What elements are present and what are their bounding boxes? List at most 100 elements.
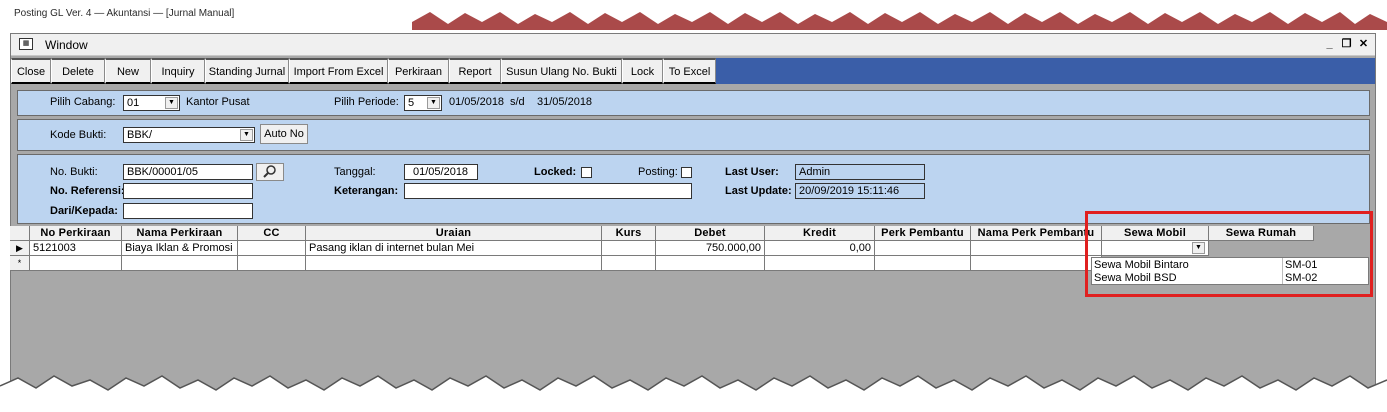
cell-kredit[interactable]: 0,00 bbox=[765, 241, 875, 256]
cell-nama-perk-pembantu[interactable] bbox=[971, 241, 1102, 256]
window-app-icon: ▦ bbox=[19, 38, 33, 50]
last-update-value: 20/09/2019 15:11:46 bbox=[795, 183, 925, 199]
kode-bukti-select[interactable]: BBK/ ▼ bbox=[123, 127, 255, 143]
col-sewa-mobil[interactable]: Sewa Mobil bbox=[1102, 226, 1209, 241]
current-row-icon[interactable]: ▶ bbox=[10, 241, 30, 256]
new-cell[interactable] bbox=[602, 256, 656, 271]
kode-bukti-label: Kode Bukti: bbox=[50, 129, 107, 141]
new-cell[interactable] bbox=[122, 256, 238, 271]
tanggal-label: Tanggal: bbox=[334, 166, 376, 178]
restore-icon[interactable]: ❐ bbox=[1339, 37, 1354, 51]
to-excel-button[interactable]: To Excel bbox=[663, 58, 716, 84]
chevron-down-icon[interactable]: ▼ bbox=[1192, 242, 1205, 254]
standing-jurnal-button[interactable]: Standing Jurnal bbox=[205, 58, 289, 84]
search-button[interactable] bbox=[256, 163, 284, 181]
new-cell[interactable] bbox=[971, 256, 1102, 271]
periode-label: Pilih Periode: bbox=[334, 96, 399, 108]
col-perk-pembantu[interactable]: Perk Pembantu bbox=[875, 226, 971, 241]
new-row[interactable]: * bbox=[10, 256, 1102, 271]
chevron-down-icon[interactable]: ▼ bbox=[165, 97, 178, 109]
periode-end: 31/05/2018 bbox=[537, 96, 593, 108]
last-user-value: Admin bbox=[795, 164, 925, 180]
cell-sewa-mobil-combo[interactable]: ▼ bbox=[1102, 241, 1209, 256]
dari-kepada-label: Dari/Kepada: bbox=[50, 205, 118, 217]
cell-sewa-rumah[interactable] bbox=[1209, 241, 1314, 256]
panel-cabang-periode: Pilih Cabang: 01 ▼ Kantor Pusat Pilih Pe… bbox=[17, 90, 1370, 116]
option-code: SM-01 bbox=[1285, 259, 1318, 271]
cabang-select[interactable]: 01 ▼ bbox=[123, 95, 180, 111]
cell-no-perkiraan[interactable]: 5121003 bbox=[30, 241, 122, 256]
tanggal-input[interactable]: 01/05/2018 bbox=[404, 164, 478, 180]
delete-button[interactable]: Delete bbox=[51, 58, 105, 84]
col-cc[interactable]: CC bbox=[238, 226, 306, 241]
cabang-name: Kantor Pusat bbox=[186, 96, 250, 108]
no-bukti-label: No. Bukti: bbox=[50, 166, 98, 178]
new-button[interactable]: New bbox=[105, 58, 151, 84]
row-selector-header bbox=[10, 226, 30, 241]
torn-edge-bottom bbox=[0, 375, 1387, 412]
journal-grid: No Perkiraan Nama Perkiraan CC Uraian Ku… bbox=[10, 226, 1333, 376]
no-referensi-input[interactable] bbox=[123, 183, 253, 199]
app-title-strip: Posting GL Ver. 4 — Akuntansi — [Jurnal … bbox=[14, 8, 235, 19]
new-cell[interactable] bbox=[875, 256, 971, 271]
no-referensi-label: No. Referensi: bbox=[50, 185, 125, 197]
cell-cc[interactable] bbox=[238, 241, 306, 256]
locked-checkbox[interactable] bbox=[581, 167, 592, 178]
susun-ulang-button[interactable]: Susun Ulang No. Bukti bbox=[501, 58, 622, 84]
lock-button[interactable]: Lock bbox=[622, 58, 663, 84]
window-title: Window bbox=[45, 38, 88, 52]
kode-bukti-value: BBK/ bbox=[127, 129, 153, 141]
col-sewa-rumah[interactable]: Sewa Rumah bbox=[1209, 226, 1314, 241]
panel-kode-bukti: Kode Bukti: BBK/ ▼ Auto No bbox=[17, 119, 1370, 151]
col-no-perkiraan[interactable]: No Perkiraan bbox=[30, 226, 122, 241]
new-cell[interactable] bbox=[30, 256, 122, 271]
table-row[interactable]: ▶ 5121003 Biaya Iklan & Promosi Pasang i… bbox=[10, 241, 1314, 256]
new-cell[interactable] bbox=[656, 256, 765, 271]
col-nama-perkiraan[interactable]: Nama Perkiraan bbox=[122, 226, 238, 241]
cell-debet[interactable]: 750.000,00 bbox=[656, 241, 765, 256]
cabang-label: Pilih Cabang: bbox=[50, 96, 116, 108]
import-from-excel-button[interactable]: Import From Excel bbox=[289, 58, 388, 84]
minimize-icon[interactable]: _ bbox=[1322, 37, 1337, 51]
option-name: Sewa Mobil Bintaro bbox=[1094, 259, 1189, 271]
col-uraian[interactable]: Uraian bbox=[306, 226, 602, 241]
cell-perk-pembantu[interactable] bbox=[875, 241, 971, 256]
close-icon[interactable]: ✕ bbox=[1356, 37, 1371, 51]
new-cell[interactable] bbox=[765, 256, 875, 271]
option-code: SM-02 bbox=[1285, 272, 1318, 284]
window-titlebar: ▦ Window _ ❐ ✕ bbox=[11, 34, 1375, 56]
cell-nama-perkiraan[interactable]: Biaya Iklan & Promosi bbox=[122, 241, 238, 256]
grid-header-row: No Perkiraan Nama Perkiraan CC Uraian Ku… bbox=[10, 226, 1314, 241]
chevron-down-icon[interactable]: ▼ bbox=[427, 97, 440, 109]
col-kredit[interactable]: Kredit bbox=[765, 226, 875, 241]
posting-checkbox[interactable] bbox=[681, 167, 692, 178]
auto-no-button[interactable]: Auto No bbox=[260, 124, 308, 144]
new-cell[interactable] bbox=[238, 256, 306, 271]
new-row-marker: * bbox=[10, 256, 30, 271]
posting-label: Posting: bbox=[638, 166, 678, 178]
keterangan-input[interactable] bbox=[404, 183, 692, 199]
close-button[interactable]: Close bbox=[11, 58, 51, 84]
col-nama-perk-pembantu[interactable]: Nama Perk Pembantu bbox=[971, 226, 1102, 241]
search-icon bbox=[263, 165, 276, 178]
periode-start: 01/05/2018 bbox=[449, 96, 505, 108]
perkiraan-button[interactable]: Perkiraan bbox=[388, 58, 449, 84]
cell-kurs[interactable] bbox=[602, 241, 656, 256]
periode-select[interactable]: 5 ▼ bbox=[404, 95, 442, 111]
new-cell[interactable] bbox=[306, 256, 602, 271]
panel-header: No. Bukti: BBK/00001/05 No. Referensi: D… bbox=[17, 154, 1370, 224]
locked-label: Locked: bbox=[534, 166, 577, 178]
no-bukti-input[interactable]: BBK/00001/05 bbox=[123, 164, 253, 180]
dropdown-option[interactable]: Sewa Mobil BSD SM-02 bbox=[1092, 272, 1368, 285]
col-debet[interactable]: Debet bbox=[656, 226, 765, 241]
keterangan-label: Keterangan: bbox=[334, 185, 399, 197]
report-button[interactable]: Report bbox=[449, 58, 501, 84]
dropdown-option[interactable]: Sewa Mobil Bintaro SM-01 bbox=[1092, 259, 1368, 272]
cell-uraian[interactable]: Pasang iklan di internet bulan Mei bbox=[306, 241, 602, 256]
inquiry-button[interactable]: Inquiry bbox=[151, 58, 205, 84]
last-user-label: Last User: bbox=[725, 166, 779, 178]
col-kurs[interactable]: Kurs bbox=[602, 226, 656, 241]
option-name: Sewa Mobil BSD bbox=[1094, 272, 1177, 284]
dari-kepada-input[interactable] bbox=[123, 203, 253, 219]
chevron-down-icon[interactable]: ▼ bbox=[240, 129, 253, 141]
